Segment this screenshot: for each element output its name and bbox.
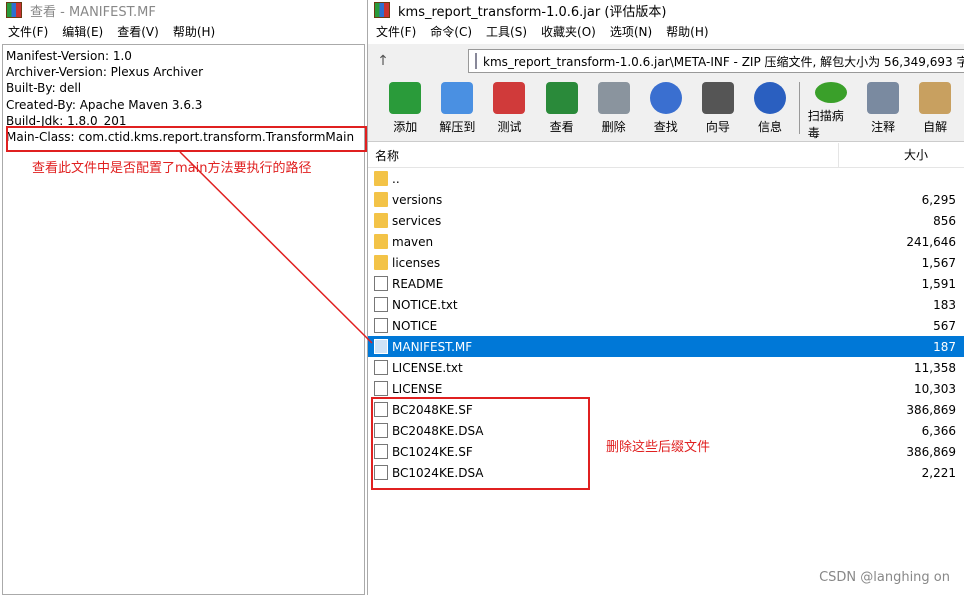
annotation-arrow-line — [179, 151, 373, 344]
annotation-note-right: 删除这些后缀文件 — [606, 440, 711, 455]
watermark: CSDN @langhing on — [819, 570, 950, 585]
highlight-box-signature-files — [371, 397, 590, 490]
